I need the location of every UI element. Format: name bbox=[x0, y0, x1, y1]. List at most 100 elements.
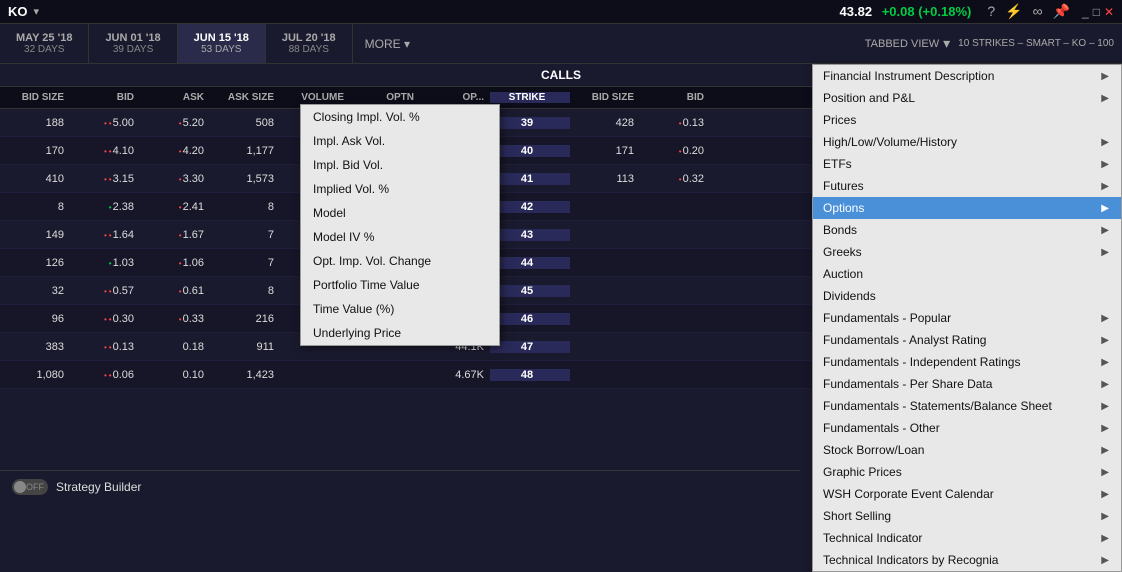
col-bid: BID bbox=[70, 92, 140, 103]
date-tab-label-2: JUN 15 '18 bbox=[194, 32, 249, 44]
right-dropdown-menu: Financial Instrument Description▶Positio… bbox=[812, 64, 1122, 572]
date-tab-sub-0: 32 DAYS bbox=[24, 44, 64, 55]
cell-strike: 46 bbox=[490, 313, 570, 325]
menu-item-arrow: ▶ bbox=[1101, 247, 1109, 258]
cell-ask: •0.33 bbox=[140, 313, 210, 325]
right-menu-item[interactable]: Prices bbox=[813, 109, 1121, 131]
cell-ask-size: 1,423 bbox=[210, 369, 280, 381]
cell-ask-size: 508 bbox=[210, 117, 280, 129]
right-menu-item[interactable]: Fundamentals - Other▶ bbox=[813, 417, 1121, 439]
date-tab-0[interactable]: MAY 25 '18 32 DAYS bbox=[0, 24, 89, 63]
cell-ask-size: 7 bbox=[210, 229, 280, 241]
right-menu-item[interactable]: High/Low/Volume/History▶ bbox=[813, 131, 1121, 153]
link-icon[interactable]: ∞ bbox=[1033, 3, 1043, 20]
menu-item-arrow: ▶ bbox=[1101, 423, 1109, 434]
right-menu-item[interactable]: Position and P&L▶ bbox=[813, 87, 1121, 109]
right-menu-item[interactable]: Dividends bbox=[813, 285, 1121, 307]
menu-item-label: Stock Borrow/Loan bbox=[823, 443, 924, 457]
cell-put-bid-size: 171 bbox=[570, 145, 640, 157]
right-menu-item[interactable]: Financial Instrument Description▶ bbox=[813, 65, 1121, 87]
menu-item-label: Bonds bbox=[823, 223, 857, 237]
right-menu-item[interactable]: Fundamentals - Statements/Balance Sheet▶ bbox=[813, 395, 1121, 417]
cell-ask: •5.20 bbox=[140, 117, 210, 129]
minimize-button[interactable]: _ bbox=[1082, 5, 1089, 19]
date-tab-1[interactable]: JUN 01 '18 39 DAYS bbox=[89, 24, 177, 63]
menu-item-label: Futures bbox=[823, 179, 864, 193]
left-submenu-item[interactable]: Model bbox=[301, 201, 499, 225]
cell-strike: 42 bbox=[490, 201, 570, 213]
right-menu-item[interactable]: Technical Indicator▶ bbox=[813, 527, 1121, 549]
left-submenu-item[interactable]: Implied Vol. % bbox=[301, 177, 499, 201]
right-menu-item[interactable]: WSH Corporate Event Calendar▶ bbox=[813, 483, 1121, 505]
price-info: 43.82 +0.08 (+0.18%) bbox=[840, 4, 972, 19]
cell-put-bid: •0.20 bbox=[640, 145, 710, 157]
menu-item-arrow: ▶ bbox=[1101, 181, 1109, 192]
strategy-builder-bar: OFF Strategy Builder bbox=[0, 470, 800, 502]
right-menu-item[interactable]: Fundamentals - Independent Ratings▶ bbox=[813, 351, 1121, 373]
left-submenu-item[interactable]: Underlying Price bbox=[301, 321, 499, 345]
cell-put-bid: •0.32 bbox=[640, 173, 710, 185]
pin-icon[interactable]: 📌 bbox=[1053, 3, 1070, 20]
date-tabs: MAY 25 '18 32 DAYS JUN 01 '18 39 DAYS JU… bbox=[0, 24, 1122, 64]
right-menu-item[interactable]: Technical Indicators by Recognia▶ bbox=[813, 549, 1121, 571]
left-submenu-item[interactable]: Opt. Imp. Vol. Change bbox=[301, 249, 499, 273]
cell-put-bid-size: 113 bbox=[570, 173, 640, 185]
cell-ask-size: 8 bbox=[210, 285, 280, 297]
cell-bid: •0.06 bbox=[70, 369, 140, 381]
more-button[interactable]: MORE ▾ bbox=[353, 33, 422, 55]
right-menu-item[interactable]: Fundamentals - Analyst Rating▶ bbox=[813, 329, 1121, 351]
left-submenu-item[interactable]: Model IV % bbox=[301, 225, 499, 249]
menu-item-label: Graphic Prices bbox=[823, 465, 902, 479]
cell-strike: 39 bbox=[490, 117, 570, 129]
right-menu-item[interactable]: Fundamentals - Per Share Data▶ bbox=[813, 373, 1121, 395]
help-icon[interactable]: ? bbox=[987, 3, 995, 20]
right-menu-item[interactable]: Short Selling▶ bbox=[813, 505, 1121, 527]
maximize-button[interactable]: □ bbox=[1093, 5, 1100, 19]
col-put-bid: BID bbox=[640, 92, 710, 103]
cell-bid: •0.30 bbox=[70, 313, 140, 325]
right-menu-item[interactable]: Graphic Prices ▶ bbox=[813, 461, 1121, 483]
cell-bid-size: 126 bbox=[0, 257, 70, 269]
tabbed-view-label: TABBED VIEW bbox=[865, 38, 939, 50]
cell-strike: 43 bbox=[490, 229, 570, 241]
date-tab-2[interactable]: JUN 15 '18 53 DAYS bbox=[178, 24, 266, 63]
right-menu-item[interactable]: Fundamentals - Popular▶ bbox=[813, 307, 1121, 329]
col-ask: ASK bbox=[140, 92, 210, 103]
menu-item-arrow: ▶ bbox=[1101, 203, 1109, 214]
left-submenu-item[interactable]: Closing Impl. Vol. % bbox=[301, 105, 499, 129]
tabbed-view-dropdown-icon: ▾ bbox=[943, 35, 950, 52]
cell-ask: 0.18 bbox=[140, 341, 210, 353]
left-submenu-item[interactable]: Time Value (%) bbox=[301, 297, 499, 321]
calls-label: CALLS bbox=[541, 68, 581, 82]
cell-strike: 44 bbox=[490, 257, 570, 269]
left-submenu-item[interactable]: Portfolio Time Value bbox=[301, 273, 499, 297]
strategy-toggle[interactable]: OFF bbox=[12, 479, 48, 495]
right-menu-item[interactable]: Options▶ bbox=[813, 197, 1121, 219]
cell-strike: 45 bbox=[490, 285, 570, 297]
cell-ask: •3.30 bbox=[140, 173, 210, 185]
close-button[interactable]: ✕ bbox=[1104, 5, 1114, 19]
ticker-dropdown-icon[interactable]: ▾ bbox=[34, 5, 40, 18]
right-menu-item[interactable]: ETFs▶ bbox=[813, 153, 1121, 175]
menu-item-label: Position and P&L bbox=[823, 91, 915, 105]
menu-item-label: High/Low/Volume/History bbox=[823, 135, 957, 149]
right-menu-item[interactable]: Greeks▶ bbox=[813, 241, 1121, 263]
cell-bid-size: 410 bbox=[0, 173, 70, 185]
menu-item-arrow: ▶ bbox=[1101, 467, 1109, 478]
left-submenu-item[interactable]: Impl. Bid Vol. bbox=[301, 153, 499, 177]
date-tab-3[interactable]: JUL 20 '18 88 DAYS bbox=[266, 24, 353, 63]
right-menu-item[interactable]: Futures ▶ bbox=[813, 175, 1121, 197]
cell-bid-size: 8 bbox=[0, 201, 70, 213]
right-menu-item[interactable]: Stock Borrow/Loan▶ bbox=[813, 439, 1121, 461]
cell-bid-size: 170 bbox=[0, 145, 70, 157]
right-menu-item[interactable]: Bonds▶ bbox=[813, 219, 1121, 241]
ticker-label[interactable]: KO bbox=[8, 4, 28, 19]
menu-item-arrow: ▶ bbox=[1101, 159, 1109, 170]
left-submenu-item[interactable]: Impl. Ask Vol. bbox=[301, 129, 499, 153]
col-put-bid-size: BID SIZE bbox=[570, 92, 640, 103]
menu-item-label: WSH Corporate Event Calendar bbox=[823, 487, 994, 501]
lightning-icon[interactable]: ⚡ bbox=[1005, 3, 1022, 20]
tabbed-view-button[interactable]: TABBED VIEW ▾ bbox=[865, 35, 950, 52]
menu-item-label: Prices bbox=[823, 113, 856, 127]
right-menu-item[interactable]: Auction bbox=[813, 263, 1121, 285]
